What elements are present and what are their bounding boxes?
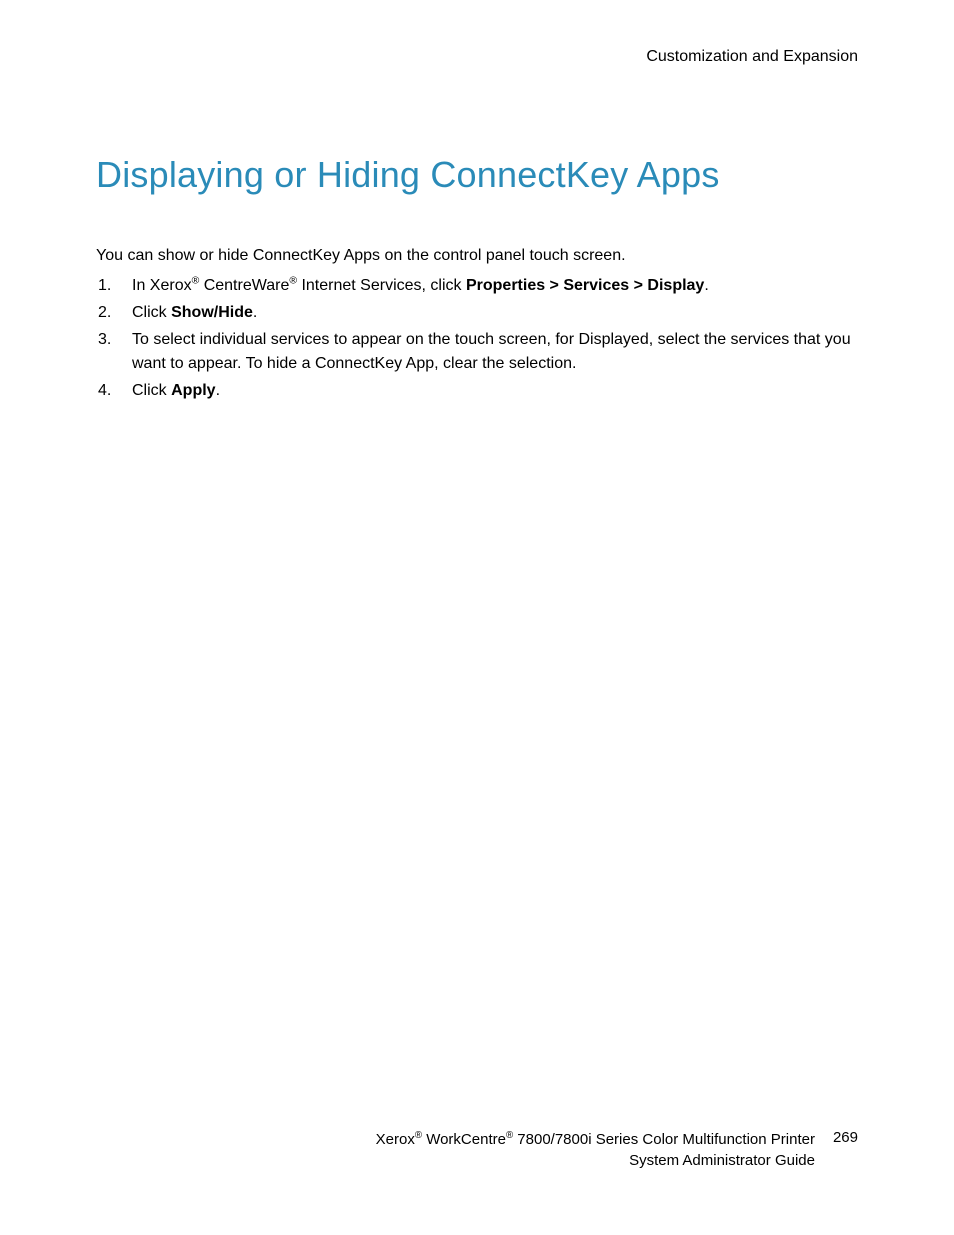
steps-list: 1. In Xerox® CentreWare® Internet Servic… — [96, 274, 858, 403]
text-fragment: 7800/7800i Series Color Multifunction Pr… — [513, 1131, 815, 1148]
registered-icon: ® — [289, 276, 297, 287]
footer-product-info: Xerox® WorkCentre® 7800/7800i Series Col… — [376, 1129, 815, 1171]
text-fragment: . — [253, 304, 257, 321]
text-fragment: . — [216, 382, 220, 399]
text-fragment: In Xerox — [132, 277, 192, 294]
text-fragment: . — [704, 277, 708, 294]
step-number: 3. — [96, 328, 132, 376]
text-fragment: Internet Services, click — [297, 277, 466, 294]
text-fragment: Click — [132, 382, 171, 399]
step-text: Click Apply. — [132, 379, 858, 403]
step-2: 2. Click Show/Hide. — [96, 301, 858, 325]
step-text: Click Show/Hide. — [132, 301, 858, 325]
page-title: Displaying or Hiding ConnectKey Apps — [96, 154, 858, 196]
step-number: 1. — [96, 274, 132, 298]
page-footer: Xerox® WorkCentre® 7800/7800i Series Col… — [0, 1129, 954, 1171]
step-number: 4. — [96, 379, 132, 403]
step-3: 3. To select individual services to appe… — [96, 328, 858, 376]
step-4: 4. Click Apply. — [96, 379, 858, 403]
step-number: 2. — [96, 301, 132, 325]
header-section-label: Customization and Expansion — [96, 48, 858, 66]
footer-guide-label: System Administrator Guide — [376, 1150, 815, 1171]
text-fragment: CentreWare — [199, 277, 289, 294]
text-fragment: Click — [132, 304, 171, 321]
bold-text: Show/Hide — [171, 304, 253, 321]
bold-text: Apply — [171, 382, 215, 399]
step-text: In Xerox® CentreWare® Internet Services,… — [132, 274, 858, 298]
bold-text: Properties > Services > Display — [466, 277, 704, 294]
registered-icon: ® — [415, 1130, 422, 1141]
step-text: To select individual services to appear … — [132, 328, 858, 376]
step-1: 1. In Xerox® CentreWare® Internet Servic… — [96, 274, 858, 298]
intro-text: You can show or hide ConnectKey Apps on … — [96, 244, 858, 268]
text-fragment: WorkCentre — [422, 1131, 506, 1148]
page-number: 269 — [833, 1129, 858, 1146]
text-fragment: Xerox — [376, 1131, 415, 1148]
